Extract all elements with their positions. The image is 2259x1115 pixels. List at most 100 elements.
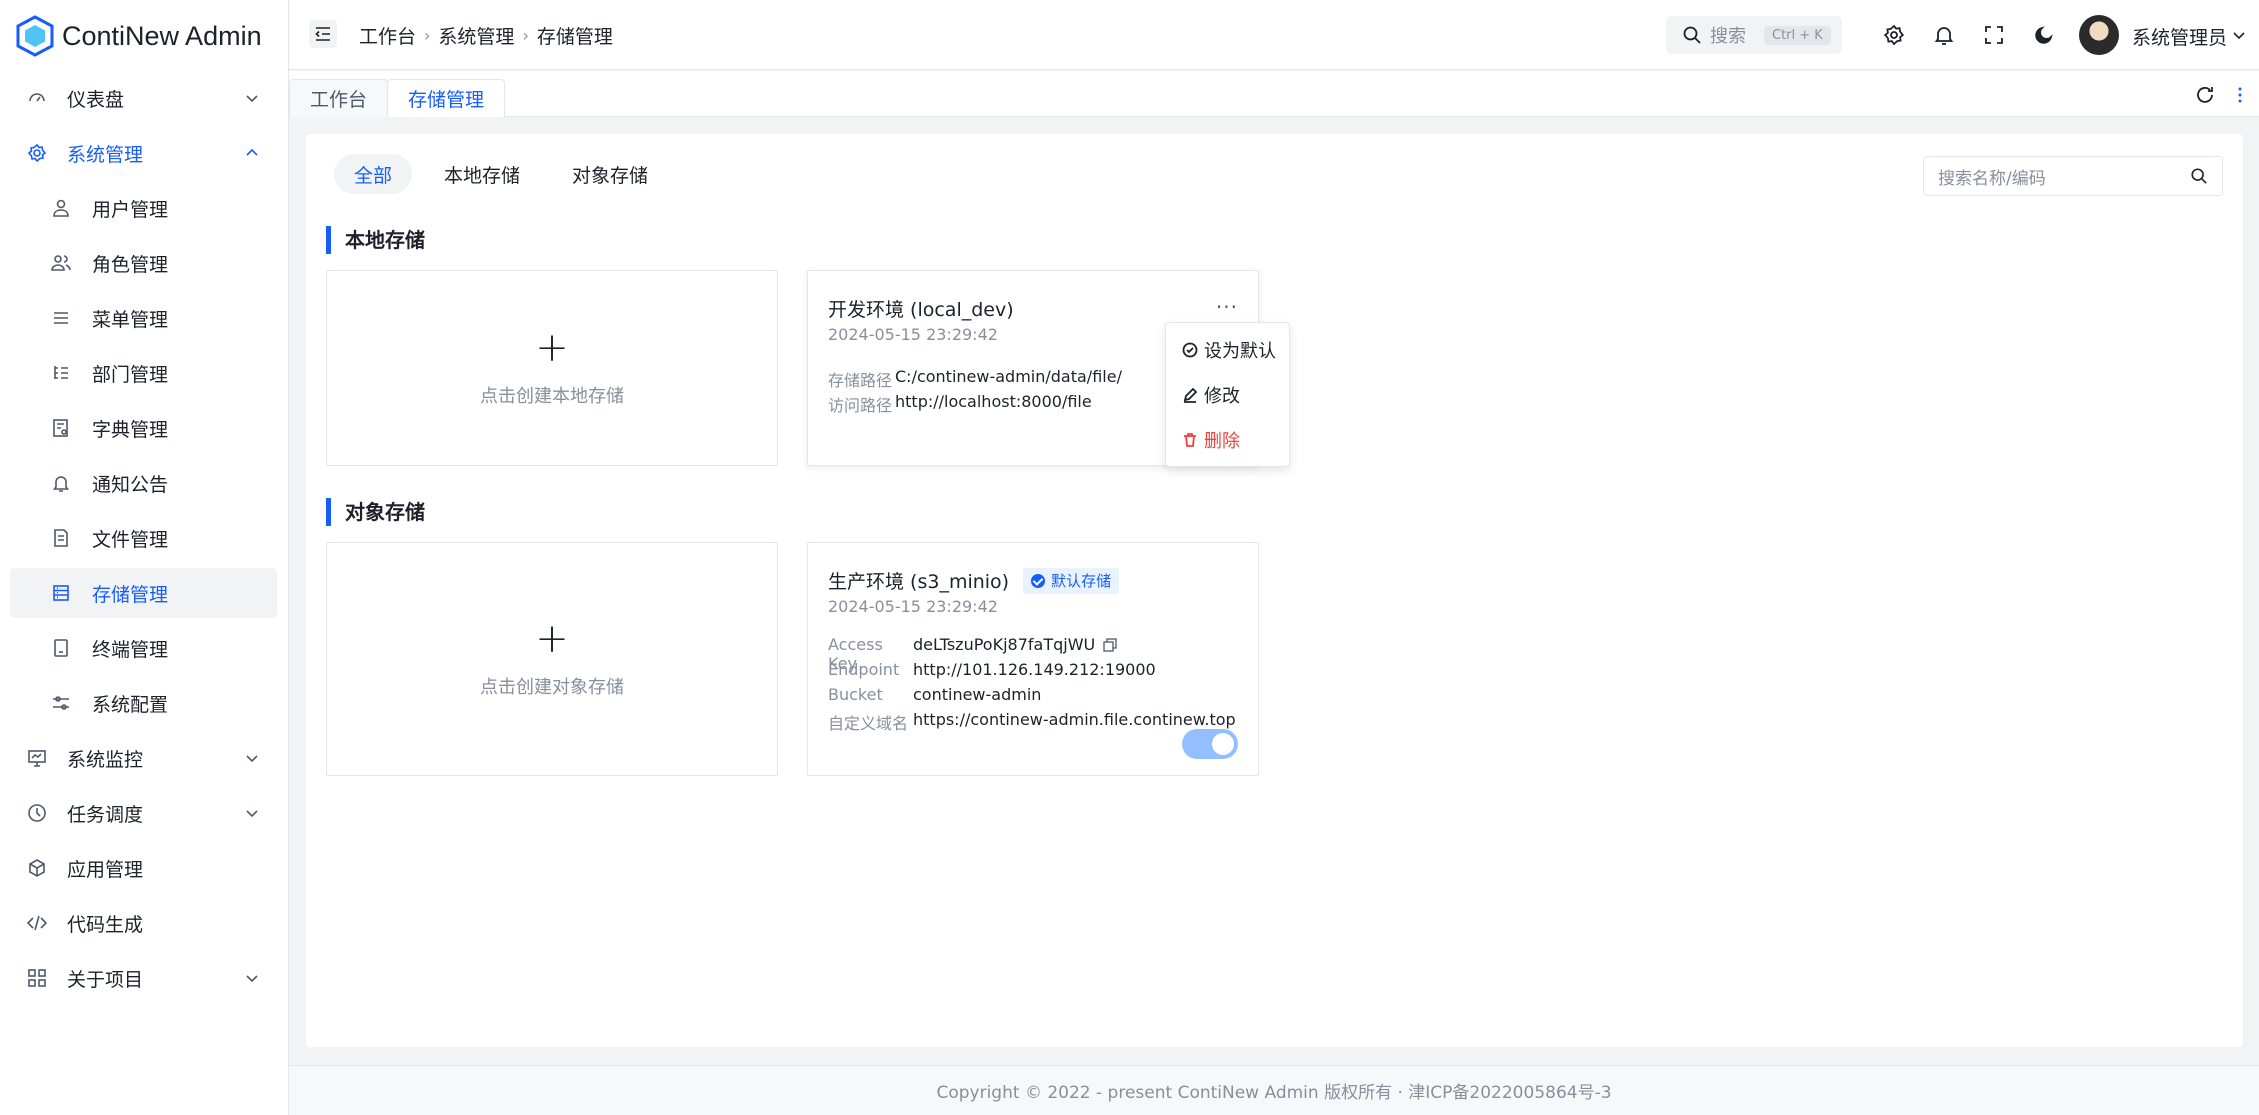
sidebar-item-monitor[interactable]: 系统监控 [10, 733, 277, 783]
avatar[interactable] [2079, 15, 2119, 55]
sidebar-item-label: 通知公告 [92, 473, 169, 496]
storage-card-s3-minio[interactable]: 生产环境 (s3_minio) 默认存储 2024-05-15 23:29:42… [807, 542, 1259, 776]
filter-tab-all[interactable]: 全部 [334, 154, 413, 194]
plus-icon: + [535, 325, 569, 371]
sidebar-item-config[interactable]: 系统配置 [10, 678, 277, 728]
menu-fold-icon [315, 27, 330, 41]
sidebar-item-label: 角色管理 [92, 253, 169, 276]
plus-icon: + [535, 616, 569, 662]
terminal-icon [50, 637, 72, 659]
sidebar-item-terminals[interactable]: 终端管理 [10, 623, 277, 673]
field-value: http://localhost:8000/file [895, 392, 1092, 411]
sidebar-item-label: 仪表盘 [67, 88, 125, 111]
cube-icon [26, 857, 48, 879]
field-label: 自定义域名 [828, 714, 909, 733]
settings-button[interactable] [1883, 24, 1905, 46]
bell-icon [1934, 27, 1954, 45]
sidebar-item-departments[interactable]: 部门管理 [10, 348, 277, 398]
menu-item-label: 删除 [1204, 431, 1240, 452]
user-icon [50, 197, 72, 219]
sidebar-item-label: 菜单管理 [92, 308, 169, 331]
sidebar-item-label: 文件管理 [92, 528, 169, 551]
sidebar-item-files[interactable]: 文件管理 [10, 513, 277, 563]
moon-icon [2035, 26, 2053, 44]
breadcrumb-item[interactable]: 工作台 [359, 22, 416, 49]
check-circle-icon [1182, 342, 1198, 358]
bucket-row: Bucket continew-admin [828, 685, 1041, 704]
breadcrumb-item[interactable]: 系统管理 [438, 22, 514, 49]
chevron-down-icon[interactable] [2232, 28, 2246, 42]
tab-workbench[interactable]: 工作台 [289, 79, 389, 117]
sidebar-item-storage[interactable]: 存储管理 [10, 568, 277, 618]
storage-path-row: 存储路径 C:/continew-admin/data/file/ [828, 367, 1122, 391]
field-label: 存储路径 [828, 371, 893, 390]
storage-panel: 全部 本地存储 对象存储 搜索名称/编码 本地存储 + 点击创建本地存储 开发环… [306, 134, 2243, 1047]
create-object-storage-card[interactable]: + 点击创建对象存储 [326, 542, 778, 776]
monitor-icon [26, 747, 48, 769]
notification-button[interactable] [1933, 24, 1955, 46]
field-value: continew-admin [913, 685, 1042, 704]
storage-icon [50, 582, 72, 604]
sidebar-item-apps[interactable]: 应用管理 [10, 843, 277, 893]
enable-toggle[interactable] [1182, 729, 1238, 759]
chevron-right-icon: › [522, 26, 529, 45]
storage-name: 开发环境 (local_dev) [828, 299, 1014, 321]
menu-item-delete[interactable]: 删除 [1182, 425, 1240, 455]
chevron-down-icon [246, 810, 258, 818]
fullscreen-icon [1985, 26, 2003, 44]
sidebar-item-roles[interactable]: 角色管理 [10, 238, 277, 288]
menu-item-set-default[interactable]: 设为默认 [1182, 335, 1276, 365]
copy-icon[interactable] [1103, 638, 1117, 652]
field-label: Endpoint [828, 660, 900, 679]
sidebar-item-users[interactable]: 用户管理 [10, 183, 277, 233]
badge-label: 默认存储 [1051, 572, 1112, 590]
search-placeholder: 搜索 [1710, 26, 1746, 47]
create-local-storage-card[interactable]: + 点击创建本地存储 [326, 270, 778, 466]
menu-fold-button[interactable] [309, 20, 337, 48]
logo[interactable]: ContiNew Admin [16, 14, 262, 58]
copyright-text: Copyright © 2022 - present ContiNew Admi… [936, 1083, 1612, 1103]
sidebar-item-codegen[interactable]: 代码生成 [10, 898, 277, 948]
bell-icon [50, 472, 72, 494]
global-search[interactable]: 搜索 Ctrl + K [1666, 16, 1842, 54]
page-tabs-bar: 工作台 存储管理 [289, 71, 2259, 117]
create-label: 点击创建本地存储 [480, 386, 624, 407]
check-circle-icon [1031, 573, 1046, 588]
card-action-menu: 设为默认 修改 删除 [1165, 322, 1290, 467]
menu-item-label: 修改 [1204, 386, 1240, 407]
fullscreen-button[interactable] [1983, 24, 2005, 46]
theme-toggle-button[interactable] [2033, 24, 2055, 46]
user-name[interactable]: 系统管理员 [2132, 23, 2227, 50]
trash-icon [1184, 433, 1196, 447]
filter-tab-local[interactable]: 本地存储 [424, 154, 540, 194]
sidebar-item-scheduler[interactable]: 任务调度 [10, 788, 277, 838]
sidebar-item-label: 代码生成 [67, 913, 144, 936]
storage-name-row: 生产环境 (s3_minio) 默认存储 [828, 567, 1120, 594]
custom-domain-row: 自定义域名 https://continew-admin.file.contin… [828, 710, 1236, 734]
search-input[interactable]: 搜索名称/编码 [1923, 156, 2223, 196]
menu-item-edit[interactable]: 修改 [1182, 380, 1240, 410]
tab-storage[interactable]: 存储管理 [387, 79, 506, 117]
search-icon [2191, 168, 2207, 184]
refresh-icon[interactable] [2194, 84, 2216, 106]
dashboard-icon [26, 87, 48, 109]
sidebar-item-about[interactable]: 关于项目 [10, 953, 277, 1003]
sidebar-item-dictionary[interactable]: 字典管理 [10, 403, 277, 453]
list-tree-icon [50, 362, 72, 384]
sidebar-item-label: 字典管理 [92, 418, 169, 441]
sidebar-item-dashboard[interactable]: 仪表盘 [10, 73, 277, 123]
sidebar-item-system[interactable]: 系统管理 [10, 128, 277, 178]
menu-icon [50, 307, 72, 329]
filter-tab-object[interactable]: 对象存储 [552, 154, 668, 194]
breadcrumb: 工作台 › 系统管理 › 存储管理 [359, 22, 613, 49]
sidebar-item-label: 系统管理 [67, 143, 144, 166]
sidebar-item-label: 任务调度 [67, 803, 144, 826]
more-vertical-icon[interactable] [2229, 84, 2251, 106]
header: 工作台 › 系统管理 › 存储管理 搜索 Ctrl + K 系统管理员 [289, 0, 2259, 70]
sidebar-item-notices[interactable]: 通知公告 [10, 458, 277, 508]
footer: Copyright © 2022 - present ContiNew Admi… [289, 1065, 2259, 1115]
app-title: ContiNew Admin [62, 20, 262, 51]
more-icon[interactable]: ··· [1216, 295, 1238, 319]
sidebar-item-menus[interactable]: 菜单管理 [10, 293, 277, 343]
field-value: http://101.126.149.212:19000 [913, 660, 1156, 679]
